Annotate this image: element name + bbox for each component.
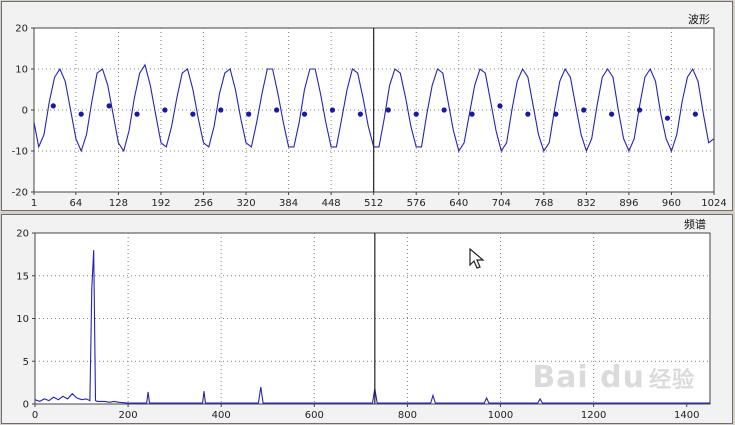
waveform-tick-label-x: 768 bbox=[534, 198, 553, 209]
spectrum-tick-label-x: 200 bbox=[119, 410, 138, 421]
waveform-tick-label-y: 10 bbox=[15, 65, 28, 76]
waveform-series-1-point bbox=[134, 111, 140, 117]
spectrum-tick-label-x: 600 bbox=[305, 410, 324, 421]
waveform-series-1-point bbox=[162, 107, 168, 113]
watermark-brand: Bai du bbox=[532, 360, 645, 395]
watermark-suffix: 经验 bbox=[648, 368, 695, 393]
waveform-series-1-point bbox=[609, 111, 615, 117]
waveform-title: 波形 bbox=[688, 13, 710, 26]
spectrum-tick-label-x: 0 bbox=[32, 410, 38, 421]
spectrum-tick-label-y: 15 bbox=[16, 271, 29, 282]
waveform-tick-label-x: 64 bbox=[70, 198, 83, 209]
spectrum-tick-label-x: 1000 bbox=[488, 410, 513, 421]
waveform-tick-label-x: 512 bbox=[364, 198, 383, 209]
waveform-tick-label-x: 384 bbox=[279, 198, 298, 209]
waveform-series-1-point bbox=[497, 103, 503, 109]
waveform-tick-label-y: 0 bbox=[22, 106, 28, 117]
waveform-tick-label-y: -10 bbox=[12, 147, 28, 158]
waveform-tick-label-x: 448 bbox=[322, 198, 341, 209]
waveform-series-1-point bbox=[357, 111, 363, 117]
waveform-tick-label-x: 256 bbox=[194, 198, 213, 209]
waveform-tick-label-y: -20 bbox=[12, 188, 28, 199]
waveform-chart[interactable]: 1 64 128 192 256 320 384 448 512 576 640 704 768 832 8… bbox=[2, 2, 732, 210]
waveform-tick-label-x: 832 bbox=[577, 198, 596, 209]
waveform-series-1-point bbox=[301, 111, 308, 117]
waveform-panel: 1 64 128 192 256 320 384 448 512 576 640 704 768 832 8… bbox=[1, 1, 733, 211]
spectrum-title: 频谱 bbox=[684, 217, 706, 231]
spectrum-tick-label-x: 800 bbox=[398, 410, 417, 421]
spectrum-tick-label-y: 0 bbox=[23, 400, 29, 411]
waveform-tick-label-x: 320 bbox=[236, 198, 255, 209]
waveform-series-1-point bbox=[469, 111, 475, 117]
spectrum-tick-label-y: 20 bbox=[16, 229, 29, 240]
spectrum-tick-label-x: 400 bbox=[212, 410, 231, 421]
spectrum-tick-label-x: 1200 bbox=[581, 410, 606, 421]
waveform-tick-label-x: 1024 bbox=[701, 198, 726, 209]
waveform-series-1-point bbox=[581, 107, 587, 113]
spectrum-tick-label-y: 10 bbox=[16, 314, 29, 325]
mouse-pointer-icon bbox=[469, 248, 485, 269]
waveform-series-1-point bbox=[106, 103, 112, 109]
waveform-series-1-point bbox=[441, 107, 447, 113]
waveform-series-1-point bbox=[692, 111, 698, 117]
waveform-tick-label-y: 20 bbox=[15, 24, 28, 35]
waveform-tick-label-x: 704 bbox=[492, 198, 511, 209]
waveform-series-1-point bbox=[274, 107, 280, 113]
waveform-tick-label-x: 960 bbox=[662, 198, 681, 209]
analyzer-window: 1 64 128 192 256 320 384 448 512 576 640 704 768 832 8… bbox=[0, 0, 735, 425]
waveform-series-1-point bbox=[246, 111, 252, 117]
waveform-series-1-point bbox=[385, 107, 391, 113]
spectrum-tick-label-y: 5 bbox=[23, 357, 29, 368]
waveform-tick-label-x: 576 bbox=[407, 198, 426, 209]
waveform-tick-label-x: 192 bbox=[151, 198, 170, 209]
waveform-tick-label-x: 1 bbox=[31, 198, 37, 209]
waveform-series-1-point bbox=[664, 115, 671, 121]
waveform-tick-label-x: 640 bbox=[449, 198, 468, 209]
waveform-tick-label-x: 128 bbox=[109, 198, 128, 209]
waveform-series-1-point bbox=[525, 111, 531, 117]
waveform-series-1-point bbox=[78, 111, 84, 117]
waveform-series-1-point bbox=[553, 111, 559, 117]
spectrum-tick-label-x: 1400 bbox=[674, 410, 699, 421]
waveform-series-1-point bbox=[329, 107, 336, 113]
waveform-series-1-point bbox=[218, 107, 224, 113]
waveform-series-1-point bbox=[50, 103, 56, 109]
waveform-series-1-point bbox=[190, 111, 196, 117]
waveform-series-1-point bbox=[413, 111, 419, 117]
watermark: Bai du 经验 bbox=[532, 360, 695, 395]
waveform-tick-label-x: 896 bbox=[619, 198, 638, 209]
waveform-series-1-point bbox=[636, 107, 643, 113]
